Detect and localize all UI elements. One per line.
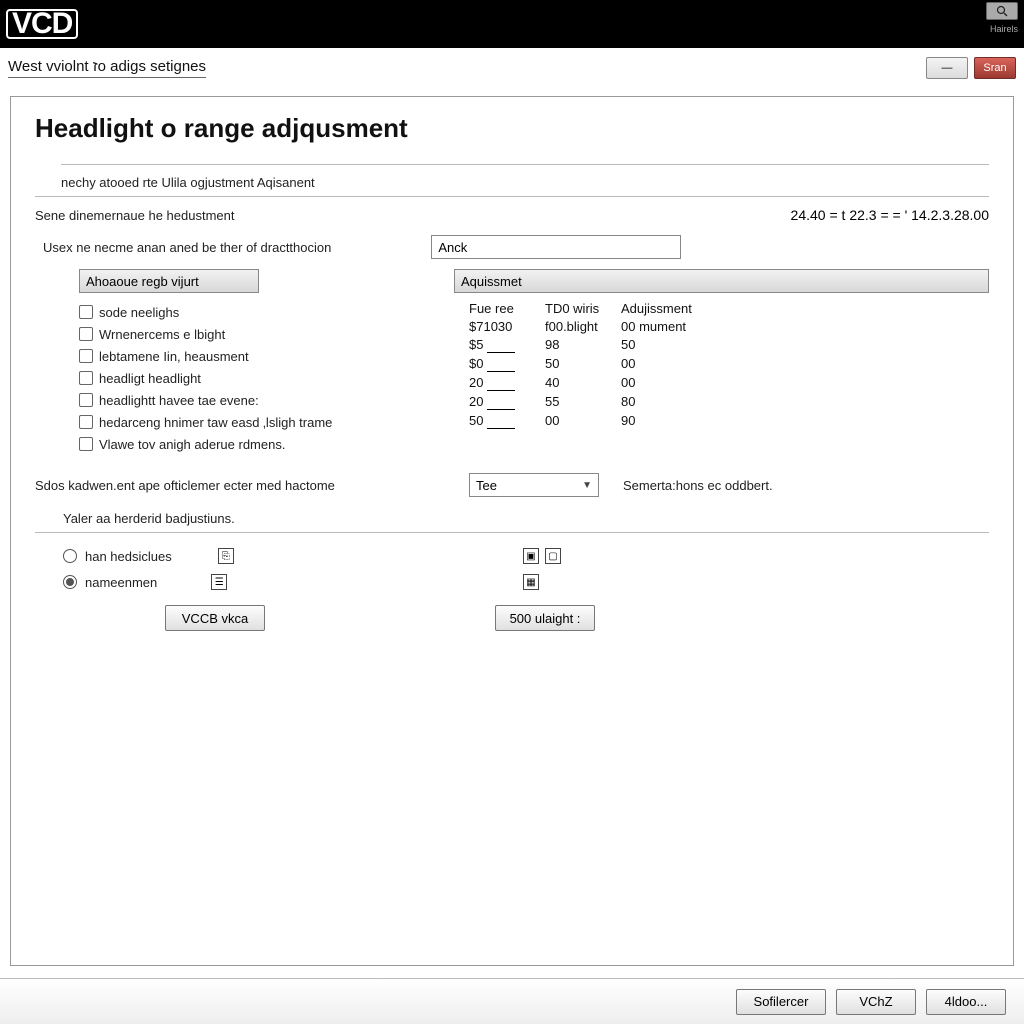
table-cell: 00 — [621, 375, 721, 391]
radio-label: nameenmen — [85, 575, 157, 590]
select-label: Sdos kadwen.ent ape ofticlemer ecter med… — [35, 478, 445, 493]
table-cell: 00 — [545, 413, 621, 429]
footer-btn-2[interactable]: VChZ — [836, 989, 916, 1015]
divider — [35, 532, 989, 533]
table-cell: 00 mument — [621, 319, 721, 334]
main-panel: Headlight o range adjqusment nechy atooe… — [10, 96, 1014, 966]
select-suffix: Semerta:hons ec oddbert. — [623, 478, 773, 493]
checkbox-0[interactable] — [79, 305, 93, 319]
vccb-button[interactable]: VCCB vkca — [165, 605, 265, 631]
checkbox-label: headligt headlight — [99, 371, 201, 386]
table-cell: $71030 — [469, 319, 545, 334]
table-cell: 55 — [545, 394, 621, 410]
subheader: West vviolnt זo adigs setignes — Sran — [0, 48, 1024, 88]
table-cell: 20 — [469, 375, 545, 391]
divider — [35, 196, 989, 197]
page-icon[interactable]: ▣ — [523, 548, 539, 564]
col-header: Adujissment — [621, 301, 721, 316]
chevron-down-icon: ▼ — [582, 480, 592, 491]
subheader-title: West vviolnt זo adigs setignes — [8, 58, 206, 78]
table-cell: 50 — [545, 356, 621, 372]
checkbox-6[interactable] — [79, 437, 93, 451]
table-cell: 00 — [621, 356, 721, 372]
checkbox-label: hedarceng hnimer taw easd ‚lsligh trame — [99, 415, 332, 430]
user-label: Usex ne necme anan aned be ther of dract… — [43, 240, 331, 255]
section-label: Yaler aa herderid badjustiuns. — [63, 511, 989, 526]
checkbox-2[interactable] — [79, 349, 93, 363]
table-cell: 40 — [545, 375, 621, 391]
table-cell: f00.blight — [545, 319, 621, 334]
close-button[interactable]: Sran — [974, 57, 1016, 79]
titlebar: VCD Hairels — [0, 0, 1024, 48]
grid-icon[interactable]: ▦ — [523, 574, 539, 590]
radio-label: han hedsiclues — [85, 549, 172, 564]
group-label: nechy atooed rte Ulila ogjustment Aqisan… — [61, 175, 989, 190]
footer-bar: Sofilercer VChZ 4ldoo... — [0, 978, 1024, 1024]
col-header: Fue ree — [469, 301, 545, 316]
table-cell: 80 — [621, 394, 721, 410]
checkbox-label: headlightt havee tae evene: — [99, 393, 259, 408]
checkbox-label: Vlawe tov anigh aderue rdmens. — [99, 437, 285, 452]
doc-icon[interactable]: ☰ — [211, 574, 227, 590]
subheader-buttons: — Sran — [926, 57, 1016, 79]
checkbox-5[interactable] — [79, 415, 93, 429]
table-cell: 50 — [469, 413, 545, 429]
checkbox-label: lebtamene Iin, heausment — [99, 349, 249, 364]
checkbox-1[interactable] — [79, 327, 93, 341]
measure-label: Sene dinemernaue he hedustment — [35, 208, 234, 223]
app-logo: VCD — [6, 9, 78, 39]
table-cell: 90 — [621, 413, 721, 429]
table-cell: 98 — [545, 337, 621, 353]
adjustment-table: Fue ree TD0 wiris Adujissment $71030 f00… — [469, 301, 989, 429]
window-search-icon[interactable] — [986, 2, 1018, 20]
checkbox-label: sode neelighs — [99, 305, 179, 320]
table-cell: 50 — [621, 337, 721, 353]
right-header-input[interactable] — [454, 269, 989, 293]
table-cell: $0 — [469, 356, 545, 372]
divider — [61, 164, 989, 165]
radio-2[interactable] — [63, 575, 77, 589]
page-title: Headlight o range adjqusment — [35, 113, 989, 144]
anck-input[interactable] — [431, 235, 681, 259]
logo-text: VCD — [6, 9, 78, 39]
checkbox-3[interactable] — [79, 371, 93, 385]
select-value: Tee — [476, 478, 497, 493]
radio-1[interactable] — [63, 549, 77, 563]
left-header-input[interactable] — [79, 269, 259, 293]
doc-icon[interactable]: ⎘ — [218, 548, 234, 564]
minimize-button[interactable]: — — [926, 57, 968, 79]
titlebar-tooltip: Hairels — [990, 24, 1018, 34]
measure-code: 24.40 = t 22.3 = = ' 14.2.3.28.00 — [791, 207, 989, 223]
page-icon[interactable]: ▢ — [545, 548, 561, 564]
footer-btn-3[interactable]: 4ldoo... — [926, 989, 1006, 1015]
checkbox-4[interactable] — [79, 393, 93, 407]
type-select[interactable]: Tee ▼ — [469, 473, 599, 497]
weight-button[interactable]: 500 ulaight : — [495, 605, 595, 631]
checkbox-label: Wrnenercems e lbight — [99, 327, 225, 342]
table-cell: 20 — [469, 394, 545, 410]
col-header: TD0 wiris — [545, 301, 621, 316]
table-cell: $5 — [469, 337, 545, 353]
window-controls — [986, 2, 1018, 20]
footer-btn-1[interactable]: Sofilercer — [736, 989, 826, 1015]
